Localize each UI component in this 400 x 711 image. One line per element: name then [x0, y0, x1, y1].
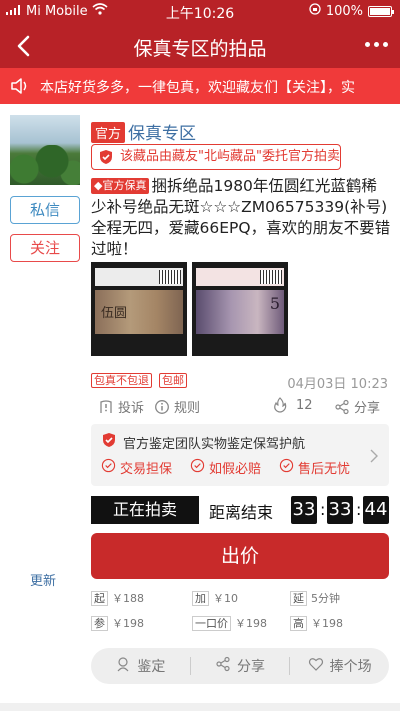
guarantee-item-aftersale: 售后无忧: [279, 458, 350, 477]
guarantee-title: 官方鉴定团队实物鉴定保驾护航: [123, 436, 306, 452]
item-photo-front[interactable]: 伍圆: [91, 262, 187, 356]
param-reserve: 参 ￥198: [91, 615, 144, 631]
photo-caption-back: 5: [269, 294, 280, 313]
support-label: 捧个场: [329, 659, 372, 675]
param-key: 延: [290, 591, 307, 606]
param-increment: 加 ￥10: [192, 590, 238, 606]
param-value: ￥198: [311, 617, 343, 630]
share-bottom-button[interactable]: 分享: [191, 648, 290, 684]
verified-badge-label: 官方保真: [102, 179, 147, 192]
countdown-seconds: 44: [363, 496, 389, 524]
guarantee-item-compensation: 如假必赔: [190, 458, 261, 477]
report-label: 投诉: [118, 401, 145, 416]
message-button[interactable]: 私信: [10, 196, 80, 224]
info-icon: [154, 399, 170, 415]
param-value: ￥188: [112, 592, 144, 605]
param-key: 起: [91, 591, 108, 606]
page-title: 保真专区的拍品: [133, 38, 267, 60]
avatar[interactable]: [10, 115, 80, 185]
guarantee-item-escrow: 交易担保: [101, 458, 172, 477]
battery-percent: 100%: [325, 3, 363, 19]
heart-icon: [308, 656, 324, 676]
commission-text: 该藏品由藏友"北屿藏品"委托官方拍卖: [120, 149, 340, 164]
param-value: ￥198: [112, 617, 144, 630]
notice-text: 本店好货多多，一律包真，欢迎藏友们【关注】，实: [40, 80, 355, 96]
share-top-label: 分享: [354, 401, 381, 416]
guarantee-item-label: 交易担保: [120, 462, 173, 477]
countdown-colon: :: [356, 500, 362, 519]
alert-icon: [98, 399, 114, 415]
appraise-button[interactable]: 鉴定: [91, 648, 190, 684]
check-circle-icon: [190, 458, 205, 477]
bottom-action-bar: 鉴定 分享 捧个场: [91, 648, 389, 684]
item-title: ◆官方保真 捆拆绝品1980年伍圆红光蓝鹤稀少补号绝品无斑☆☆☆ZM0657533…: [91, 176, 391, 260]
param-extension: 延 5分钟: [290, 590, 340, 606]
countdown-minutes: 33: [327, 496, 353, 524]
battery-icon: [368, 5, 394, 17]
status-bar: Mi Mobile 上午10:26 100%: [0, 0, 400, 24]
appraiser-icon: [115, 656, 131, 676]
auction-status: 正在拍卖: [91, 496, 199, 524]
chevron-right-icon: [369, 448, 379, 463]
check-circle-icon: [279, 458, 294, 477]
auction-countdown: 正在拍卖 距离结束 33 : 33 : 44: [91, 496, 389, 524]
shield-icon: [98, 149, 114, 165]
param-highest: 高 ￥198: [290, 615, 343, 631]
rotation-lock-icon: [309, 3, 321, 19]
photo-caption-front: 伍圆: [101, 306, 128, 321]
nav-bar: 保真专区的拍品: [0, 24, 400, 68]
post-time: 04月03日 10:23: [287, 377, 388, 392]
share-icon: [334, 399, 350, 415]
rules-label: 规则: [174, 401, 201, 416]
param-value: ￥198: [235, 617, 267, 630]
countdown-colon: :: [320, 500, 326, 519]
report-button[interactable]: 投诉: [98, 397, 144, 416]
share-icon: [215, 656, 231, 676]
guarantee-shield-icon: [101, 432, 117, 452]
item-photo-back[interactable]: 5: [192, 262, 288, 356]
update-link[interactable]: 更新: [30, 570, 56, 589]
notice-banner[interactable]: 本店好货多多，一律包真，欢迎藏友们【关注】，实: [0, 68, 400, 104]
commission-banner: 该藏品由藏友"北屿藏品"委托官方拍卖: [91, 144, 341, 170]
param-key: 高: [290, 616, 307, 631]
fire-icon: [272, 397, 288, 413]
param-value: 5分钟: [311, 592, 340, 605]
free-shipping-tag: 包邮: [159, 373, 187, 388]
guarantee-item-label: 售后无忧: [298, 462, 351, 477]
bid-button[interactable]: 出价: [91, 533, 389, 579]
more-icon[interactable]: [365, 42, 388, 47]
param-key: 加: [192, 591, 209, 606]
countdown-label: 距离结束: [209, 503, 274, 522]
heat-count: 12: [272, 397, 313, 413]
zone-title[interactable]: 保真专区: [128, 119, 196, 144]
official-tag: 官方: [91, 122, 126, 143]
heat-value: 12: [296, 397, 313, 413]
param-buy-now: 一口价 ￥198: [192, 615, 267, 631]
guarantee-card[interactable]: 官方鉴定团队实物鉴定保驾护航 交易担保 如假必赔 售后无忧: [91, 424, 389, 486]
param-start-price: 起 ￥188: [91, 590, 144, 606]
bottom-divider: [0, 703, 400, 711]
guarantee-item-label: 如假必赔: [209, 462, 262, 477]
follow-button[interactable]: 关注: [10, 234, 80, 262]
rules-button[interactable]: 规则: [154, 397, 200, 416]
support-button[interactable]: 捧个场: [290, 648, 389, 684]
share-bottom-label: 分享: [237, 659, 265, 675]
check-circle-icon: [101, 458, 116, 477]
param-key: 一口价: [192, 616, 231, 631]
no-return-tag: 包真不包退: [91, 373, 152, 388]
appraise-label: 鉴定: [137, 659, 166, 675]
share-top-button[interactable]: 分享: [334, 397, 380, 416]
speaker-icon: [10, 77, 30, 95]
param-value: ￥10: [213, 592, 238, 605]
countdown-hours: 33: [291, 496, 317, 524]
param-key: 参: [91, 616, 108, 631]
verified-badge: ◆官方保真: [91, 178, 150, 194]
